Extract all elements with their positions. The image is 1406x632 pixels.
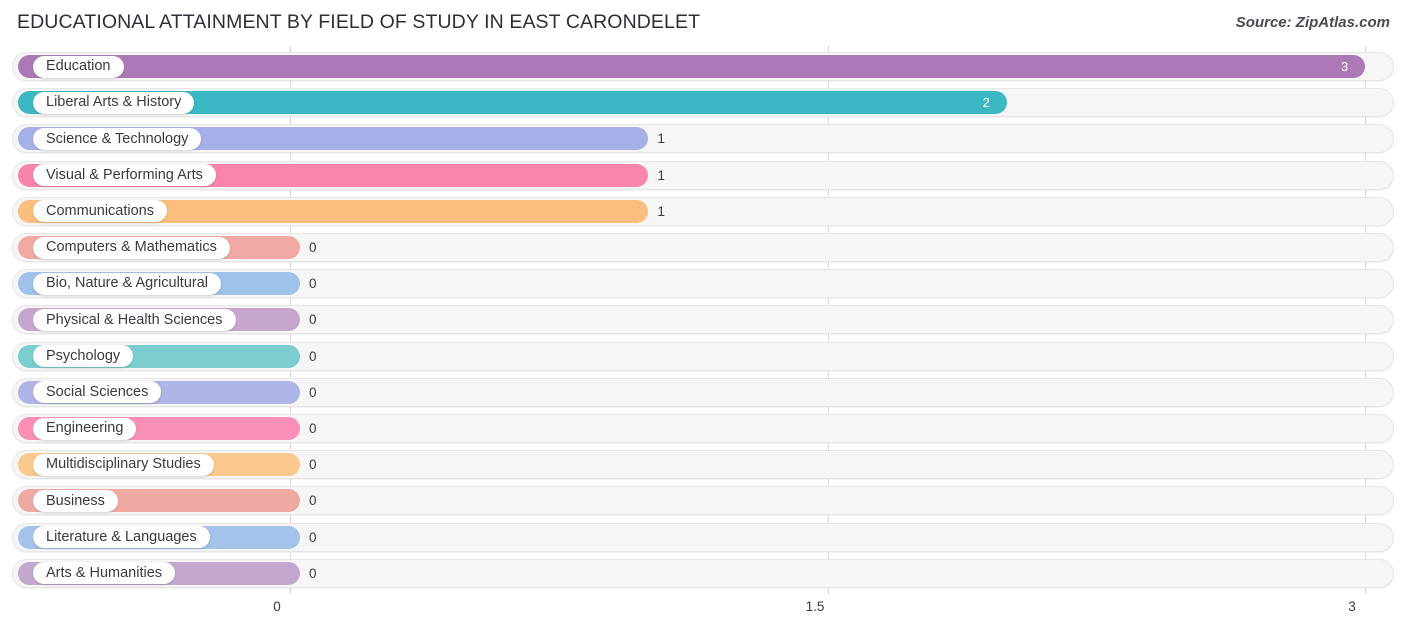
bar-category-label: Science & Technology	[33, 127, 202, 150]
bar-value-label: 1	[657, 203, 665, 219]
bar-category-label: Psychology	[33, 345, 134, 368]
bar-category-label: Social Sciences	[33, 381, 162, 404]
bar-category-label: Physical & Health Sciences	[33, 308, 236, 331]
bar-value-label: 1	[657, 167, 665, 183]
bar-value-label: 0	[309, 348, 317, 364]
bar-row[interactable]: Physical & Health Sciences 0	[12, 305, 1394, 335]
bar-value-label: 0	[309, 276, 317, 292]
bar-category-label: Liberal Arts & History	[33, 91, 195, 114]
bar-value-label: 0	[309, 421, 317, 436]
page-title: EDUCATIONAL ATTAINMENT BY FIELD OF STUDY…	[17, 11, 701, 33]
bar-category-label-text: Business	[46, 492, 105, 509]
bar-value-label: 0	[309, 493, 317, 509]
bar-category-label: Computers & Mathematics	[33, 236, 230, 259]
bar-value-label: 0	[309, 457, 317, 473]
bar-category-label-text: Literature & Languages	[46, 528, 197, 545]
bar-row[interactable]: Multidisciplinary Studies 0	[12, 450, 1394, 480]
bar-category-label-text: Computers & Mathematics	[46, 239, 217, 256]
bar-category-label-text: Engineering	[46, 420, 124, 437]
bar-value-label: 0	[309, 384, 317, 400]
bar-value-label: 2	[982, 95, 990, 111]
bar-category-label: Business	[33, 489, 118, 512]
bar-category-label: Communications	[33, 200, 167, 223]
bar-row[interactable]: Bio, Nature & Agricultural 0	[12, 269, 1394, 299]
x-tick-label: 3	[1348, 599, 1356, 614]
bar-category-label: Literature & Languages	[33, 526, 210, 549]
bar-value-label: 0	[309, 240, 317, 255]
bar-category-label-text: Arts & Humanities	[46, 565, 163, 582]
bar-category-label: Multidisciplinary Studies	[33, 453, 214, 476]
bar-value-label: 3	[1341, 59, 1349, 74]
bar-row[interactable]: Liberal Arts & History 2	[12, 88, 1394, 118]
bar-rows: Education 3 Liberal Arts & History 2 Science…	[0, 46, 1406, 594]
bar-row[interactable]: Literature & Languages 0	[12, 522, 1394, 552]
bar-row[interactable]: Education 3	[12, 52, 1394, 81]
bar-category-label-text: Science & Technology	[46, 130, 189, 147]
bar-category-label-text: Multidisciplinary Studies	[46, 456, 201, 473]
x-axis: 0 1.5 3	[0, 594, 1406, 632]
bar-value-label: 1	[657, 131, 665, 147]
bar-row[interactable]: Computers & Mathematics 0	[12, 233, 1394, 262]
bar-category-label-text: Visual & Performing Arts	[46, 166, 203, 183]
bar-category-label: Arts & Humanities	[33, 562, 176, 585]
bar-value-label: 0	[309, 565, 317, 581]
bar-row[interactable]: Visual & Performing Arts 1	[12, 160, 1394, 190]
bar-row[interactable]: Engineering 0	[12, 414, 1394, 443]
bar-row[interactable]: Psychology 0	[12, 341, 1394, 371]
bar-category-label-text: Communications	[46, 203, 154, 220]
bar-category-label: Engineering	[33, 417, 137, 440]
bar-category-label-text: Social Sciences	[46, 384, 149, 401]
bar-row[interactable]: Communications 1	[12, 196, 1394, 226]
bar-category-label-text: Liberal Arts & History	[46, 94, 182, 111]
bar-category-label: Education	[33, 55, 124, 78]
x-tick-label: 0	[273, 599, 281, 614]
x-tick-label: 1.5	[805, 599, 825, 614]
bar-row[interactable]: Arts & Humanities 0	[12, 558, 1394, 588]
bar-category-label-text: Physical & Health Sciences	[46, 311, 223, 328]
bar-category-label: Bio, Nature & Agricultural	[33, 272, 221, 295]
bar-value-label: 0	[309, 529, 317, 545]
bar-row[interactable]: Business 0	[12, 486, 1394, 516]
source-attribution: Source: ZipAtlas.com	[1235, 14, 1390, 31]
bar-row[interactable]: Social Sciences 0	[12, 377, 1394, 407]
chart-header: EDUCATIONAL ATTAINMENT BY FIELD OF STUDY…	[0, 0, 1406, 46]
bar-category-label-text: Bio, Nature & Agricultural	[46, 275, 208, 292]
bar-value-label: 0	[309, 312, 317, 328]
bar-category-label-text: Psychology	[46, 347, 121, 364]
chart-plot-area: Education 3 Liberal Arts & History 2 Science…	[0, 46, 1406, 594]
bar-category-label: Visual & Performing Arts	[33, 164, 216, 187]
bar-category-label-text: Education	[46, 58, 111, 75]
bar[interactable]	[18, 55, 1365, 78]
bar-row[interactable]: Science & Technology 1	[12, 124, 1394, 154]
